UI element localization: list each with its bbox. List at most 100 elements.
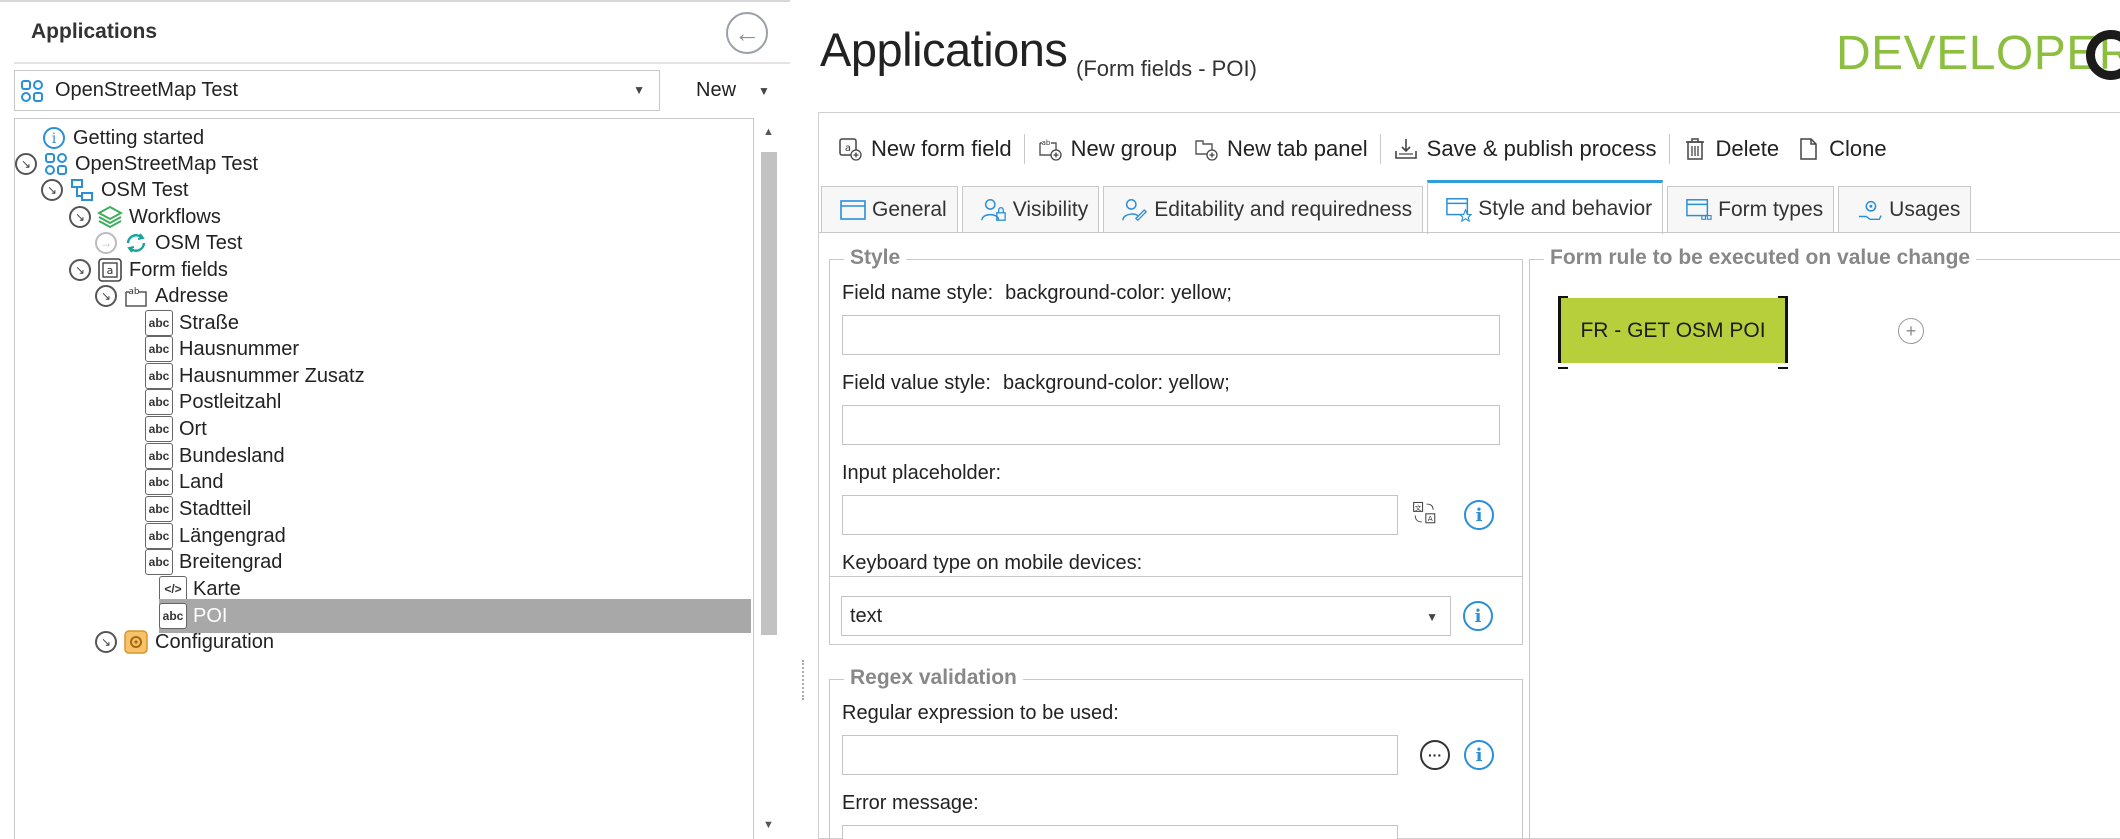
- expand-icon[interactable]: ↘: [95, 285, 117, 307]
- application-select[interactable]: OpenStreetMap Test ▼: [14, 70, 660, 111]
- tree-item-label: Land: [179, 470, 224, 493]
- field-name-style-input[interactable]: [842, 315, 1500, 355]
- tab-label: General: [872, 197, 947, 221]
- scroll-up-icon[interactable]: ▲: [763, 126, 774, 138]
- group-title: Form rule to be executed on value change: [1544, 246, 1977, 270]
- add-rule-icon[interactable]: +: [1898, 318, 1924, 344]
- chevron-down-icon: ▼: [633, 83, 645, 97]
- translate-button[interactable]: 文A: [1412, 500, 1438, 534]
- tree-item-label: Breitengrad: [179, 550, 283, 573]
- tab-label: Style and behavior: [1478, 196, 1653, 220]
- more-options-icon[interactable]: ···: [1420, 740, 1450, 770]
- scrollbar-thumb[interactable]: [761, 152, 777, 635]
- page-title: Applications: [820, 23, 1068, 76]
- expand-icon[interactable]: ↘: [69, 206, 91, 228]
- info-icon[interactable]: i: [1464, 740, 1494, 770]
- error-message-label: Error message:: [842, 792, 979, 814]
- chevron-down-icon: ▼: [758, 83, 770, 98]
- new-tab-panel-icon: [1193, 136, 1219, 162]
- input-placeholder-label: Input placeholder:: [842, 462, 1002, 484]
- save-publish-button[interactable]: Save & publish process: [1385, 131, 1665, 167]
- tree-item-label: OSM Test: [101, 178, 189, 201]
- tab-label: Form types: [1718, 197, 1824, 221]
- field-value-style-label: Field value style: background-color: yell…: [842, 372, 1230, 395]
- translate-icon: 文A: [1412, 500, 1438, 526]
- editor-panel: Applications (Form fields - POI) DEVELOP…: [818, 0, 2120, 839]
- tree-scrollbar[interactable]: ▲ ▼: [758, 118, 780, 839]
- new-group-button[interactable]: ab New group: [1029, 131, 1185, 167]
- scroll-down-icon[interactable]: ▼: [763, 819, 774, 831]
- keyboard-type-select[interactable]: text ▼: [841, 596, 1451, 636]
- regex-validation-group: Regex validation Regular expression to b…: [829, 666, 1523, 839]
- tab-visibility[interactable]: Visibility: [961, 186, 1100, 232]
- expand-icon[interactable]: ↘: [15, 153, 37, 175]
- tab-style-and-behavior[interactable]: Style and behavior: [1427, 180, 1664, 234]
- tab-general[interactable]: General: [821, 186, 958, 232]
- clone-button[interactable]: Clone: [1787, 131, 1894, 167]
- page-subtitle: (Form fields - POI): [1076, 56, 1257, 81]
- toolbar-button-label: Delete: [1715, 136, 1780, 161]
- expand-icon[interactable]: ↘: [69, 259, 91, 281]
- expand-icon[interactable]: ↘: [95, 631, 117, 653]
- label-text: Field value style:: [842, 372, 991, 394]
- tree-item-configuration[interactable]: ↘ Configuration: [95, 625, 274, 659]
- input-placeholder-input[interactable]: [842, 495, 1398, 535]
- form-rule-group: Form rule to be executed on value change…: [1529, 246, 2120, 839]
- toolbar-divider: [1668, 134, 1670, 164]
- tree-item-label: Adresse: [155, 284, 229, 307]
- arrow-left-icon: ←: [734, 17, 760, 48]
- svg-text:文: 文: [1415, 503, 1422, 512]
- tree-item-label: Ort: [179, 417, 207, 440]
- info-icon[interactable]: i: [1464, 500, 1494, 530]
- info-icon[interactable]: i: [1463, 601, 1493, 631]
- toolbar-button-label: New tab panel: [1226, 136, 1368, 161]
- label-text: Field name style:: [842, 282, 994, 304]
- panel-title: Applications: [31, 20, 158, 43]
- user-lock-icon: [980, 197, 1007, 223]
- tree-item-label: OSM Test: [155, 231, 243, 254]
- app-tree: i Getting started ↘ OpenStreetMap Test ↘…: [14, 118, 754, 839]
- panel-divider: [14, 62, 790, 64]
- group-title: Style: [844, 246, 907, 270]
- expand-icon[interactable]: →: [95, 232, 117, 254]
- new-group-icon: ab: [1037, 136, 1063, 162]
- tab-usages[interactable]: Usages: [1838, 186, 1972, 232]
- tree-item-label: Hausnummer: [179, 337, 300, 360]
- trash-icon: [1682, 136, 1708, 162]
- style-behavior-tab-content: Style Field name style: background-color:…: [819, 232, 2120, 839]
- error-message-input[interactable]: [842, 825, 1398, 839]
- style-group: Style Field name style: background-color:…: [829, 246, 1523, 577]
- editor-area: a New form field ab New group New tab pa…: [818, 112, 2120, 839]
- tab-form-types[interactable]: Form types: [1667, 186, 1835, 232]
- new-dropdown-button[interactable]: New ▼: [664, 70, 788, 111]
- delete-button[interactable]: Delete: [1674, 131, 1788, 167]
- window-icon: [840, 197, 866, 223]
- group-title: Regex validation: [844, 666, 1023, 690]
- svg-text:a: a: [107, 264, 114, 277]
- svg-text:i: i: [52, 131, 57, 147]
- regex-input[interactable]: [842, 735, 1398, 775]
- svg-text:A: A: [1428, 514, 1433, 523]
- svg-text:ab: ab: [128, 287, 140, 297]
- tab-strip: General Visibility Editability and requi…: [821, 180, 1975, 234]
- expand-icon[interactable]: ↘: [41, 179, 63, 201]
- toolbar-button-label: Clone: [1829, 136, 1887, 161]
- new-tab-panel-button[interactable]: New tab panel: [1185, 131, 1376, 167]
- tree-item-label: Postleitzahl: [179, 390, 282, 413]
- configuration-icon: [123, 629, 149, 655]
- collapse-panel-button[interactable]: ←: [726, 12, 768, 54]
- svg-text:ab: ab: [1041, 139, 1050, 147]
- form-rule-chip[interactable]: FR - GET OSM POI: [1558, 296, 1788, 369]
- new-form-field-icon: a: [837, 136, 863, 162]
- panel-splitter[interactable]: [802, 660, 804, 700]
- tree-item-label: Karte: [193, 577, 241, 600]
- field-value-style-value: background-color: yellow;: [1002, 372, 1230, 394]
- user-edit-icon: [1122, 197, 1148, 223]
- tab-editability[interactable]: Editability and requiredness: [1103, 186, 1424, 232]
- field-value-style-input[interactable]: [842, 405, 1500, 445]
- new-form-field-button[interactable]: a New form field: [829, 131, 1020, 167]
- form-rule-name: FR - GET OSM POI: [1580, 318, 1766, 342]
- app-icon: [19, 78, 45, 104]
- tab-label: Usages: [1889, 197, 1961, 221]
- applications-panel: Applications ← OpenStreetMap Test ▼ New …: [0, 0, 790, 839]
